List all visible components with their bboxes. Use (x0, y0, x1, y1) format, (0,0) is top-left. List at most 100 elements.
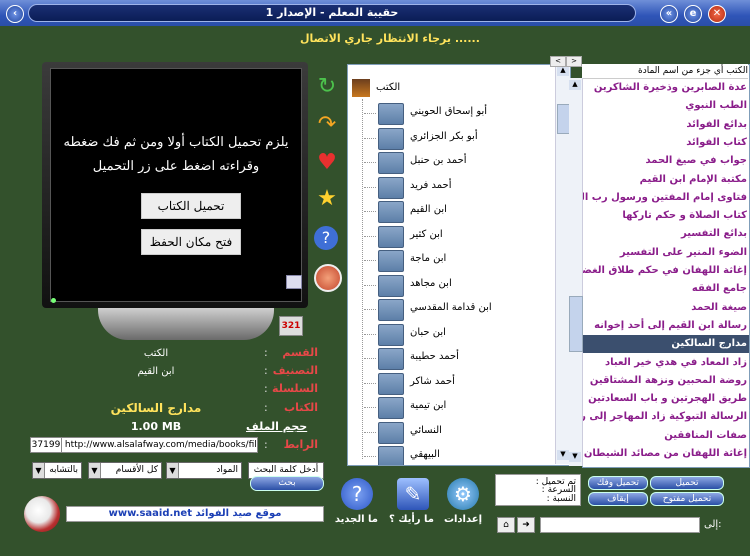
scroll-down-icon[interactable]: ▼ (557, 450, 569, 460)
gear-icon: ⚙ (447, 478, 479, 510)
materials-select[interactable]: ▼ المواد (166, 462, 242, 479)
book-list-item[interactable]: إغاثة اللهفان من مصائد الشيطان (583, 445, 749, 463)
preview-screen: يلزم تحميل الكتاب أولا ومن ثم فك ضغطه وق… (50, 68, 302, 302)
scroll-up-icon[interactable]: ▲ (557, 66, 569, 76)
help-icon[interactable]: e (684, 5, 702, 23)
folder-icon (378, 176, 404, 199)
star-icon[interactable]: ★ (314, 186, 340, 212)
tree-scrollbar[interactable]: ▲ ▼ (555, 64, 571, 464)
tree-node[interactable]: البيهقي (364, 444, 544, 465)
close-icon[interactable]: ✕ (708, 5, 726, 23)
download-extract-button[interactable]: تحميل وفك (588, 476, 648, 490)
book-list-scrollbar[interactable]: ▲ ▼ (569, 78, 583, 466)
open-save-location-button[interactable]: فتح مكان الحفظ (141, 229, 241, 255)
stop-button[interactable]: إيقاف (588, 492, 648, 506)
sections-select[interactable]: ▼ كل الأقسام (88, 462, 162, 479)
whats-new-button[interactable]: ? ما الجديد (335, 478, 378, 525)
folder-icon (378, 127, 404, 150)
book-list-item[interactable]: رسالة ابن القيم إلى أحد إخوانه (583, 317, 749, 335)
monitor-stand (98, 308, 274, 340)
link-field[interactable]: 37199 http://www.alsalafway.com/media/bo… (30, 437, 258, 453)
scroll-up-icon[interactable]: ▲ (569, 80, 581, 90)
tree-root[interactable]: الكتب (350, 79, 450, 99)
question-icon: ? (341, 478, 373, 510)
book-list[interactable]: عدة الصابرين وذخيرة الشاكرين الطب النبوي ب… (582, 64, 750, 468)
scroll-down-icon[interactable]: ▼ (569, 452, 581, 462)
goto-input[interactable] (540, 517, 700, 533)
download-book-button[interactable]: تحميل الكتاب (141, 193, 241, 219)
counter-icon[interactable]: 321 (279, 316, 303, 336)
favorite-add-icon[interactable]: ♥ (314, 150, 340, 176)
tree-node[interactable]: أحمد شاكر (364, 371, 544, 395)
tree-node[interactable]: أحمد فريد (364, 175, 544, 199)
book-list-item[interactable]: مكتبة الإمام ابن القيم (583, 171, 749, 189)
tree-node[interactable]: أبو إسحاق الحويني (364, 101, 544, 125)
tree-node[interactable]: ابن حبان (364, 322, 544, 346)
tree-node[interactable]: ابن قدامة المقدسي (364, 297, 544, 321)
book-list-item[interactable]: صيغة الحمد (583, 299, 749, 317)
tree-node[interactable]: ابن القيم (364, 199, 544, 223)
classification-label: التصنيف (272, 364, 318, 377)
tree-node[interactable]: ابن تيمية (364, 395, 544, 419)
book-list-item[interactable]: كتاب الفوائد (583, 134, 749, 152)
chevron-down-icon: ▼ (167, 463, 179, 478)
tree-node-label: أبو إسحاق الحويني (410, 106, 488, 117)
book-list-item[interactable]: زاد المعاد في هدي خير العباد (583, 354, 749, 372)
book-list-item[interactable]: بدائع الفوائد (583, 116, 749, 134)
back-button[interactable]: ‹ (6, 5, 24, 23)
search-button[interactable]: بحث (250, 476, 324, 491)
record-icon[interactable] (314, 264, 342, 292)
book-list-item[interactable]: عدة الصابرين وذخيرة الشاكرين (583, 79, 749, 97)
chevron-down-icon: ▼ (33, 463, 45, 478)
book-list-item[interactable]: كتاب الصلاة و حكم تاركها (583, 207, 749, 225)
match-select[interactable]: ▼ بالتشابه (32, 462, 82, 479)
book-list-item[interactable]: مدارج السالكين (583, 335, 749, 354)
globe-logo-icon[interactable] (24, 496, 60, 532)
tree-node[interactable]: ابن مجاهد (364, 273, 544, 297)
book-list-item[interactable]: بدائع التفسير (583, 225, 749, 243)
site-link[interactable]: www.saaid.net موقع صيد الفوائد (66, 506, 324, 522)
tree-node[interactable]: ابن كثير (364, 224, 544, 248)
tree-node[interactable]: أحمد بن حنبل (364, 150, 544, 174)
book-list-item[interactable]: جامع الفقه (583, 280, 749, 298)
home-icon[interactable]: ⌂ (497, 517, 515, 533)
tree-node-label: ابن القيم (410, 204, 447, 215)
category-tree[interactable]: الكتب أبو إسحاق الحويني أبو بكر الجزائري أ… (347, 64, 571, 466)
tree-node-label: ابن مجاهد (410, 277, 452, 289)
list-nav: < > (550, 56, 582, 67)
go-icon[interactable]: ➜ (517, 517, 535, 533)
minimize-button[interactable]: « (660, 5, 678, 23)
book-list-item[interactable]: روضة المحبين ونزهة المشتاقين (583, 372, 749, 390)
book-list-item[interactable]: الضوء المنير على التفسير (583, 244, 749, 262)
book-list-item[interactable]: فتاوى إمام المفتين ورسول رب العالمين (583, 189, 749, 207)
refresh-icon[interactable]: ↻ (314, 74, 340, 100)
tree-node[interactable]: النسائي (364, 420, 544, 444)
download-open-button[interactable]: تحميل مفتوح (650, 492, 724, 506)
folder-icon (378, 348, 404, 370)
book-list-item[interactable]: الرسالة التبوكية زاد المهاجر إلى ربه - .… (583, 408, 749, 426)
book-list-item[interactable]: إغاثة اللهفان في حكم طلاق الغضبان (583, 262, 749, 280)
books-stack-icon (352, 79, 370, 97)
window-title: حقيبة المعلم - الإصدار 1 (28, 4, 636, 22)
book-list-item[interactable]: صفات المنافقين (583, 427, 749, 445)
download-button[interactable]: تحميل (650, 476, 724, 490)
scroll-thumb[interactable] (569, 296, 583, 352)
goto-label: إلى: (704, 519, 722, 530)
book-list-item[interactable]: الطب النبوي (583, 97, 749, 115)
settings-button[interactable]: ⚙ إعدادات (442, 478, 484, 525)
folder-icon (378, 299, 404, 321)
tree-node[interactable]: أبو بكر الجزائري (364, 126, 544, 150)
monitor-icon[interactable] (286, 275, 302, 289)
tree-node[interactable]: ابن ماجة (364, 248, 544, 272)
book-list-item[interactable]: جواب في صيغ الحمد (583, 152, 749, 170)
book-value: مدارج السالكين (110, 401, 202, 415)
book-list-item[interactable]: طريق الهجرتين و باب السعادتين (583, 390, 749, 408)
folder-icon (378, 152, 404, 174)
help-icon[interactable]: ? (314, 226, 338, 250)
arrow-right-icon[interactable]: > (566, 56, 582, 67)
redo-icon[interactable]: ↷ (314, 112, 340, 138)
tree-node[interactable]: أحمد حطيبة (364, 346, 544, 370)
arrow-left-icon[interactable]: < (550, 56, 566, 67)
file-size-value: 1.00 MB (130, 420, 182, 433)
feedback-button[interactable]: ✎ ما رأيك ؟ (389, 478, 434, 525)
